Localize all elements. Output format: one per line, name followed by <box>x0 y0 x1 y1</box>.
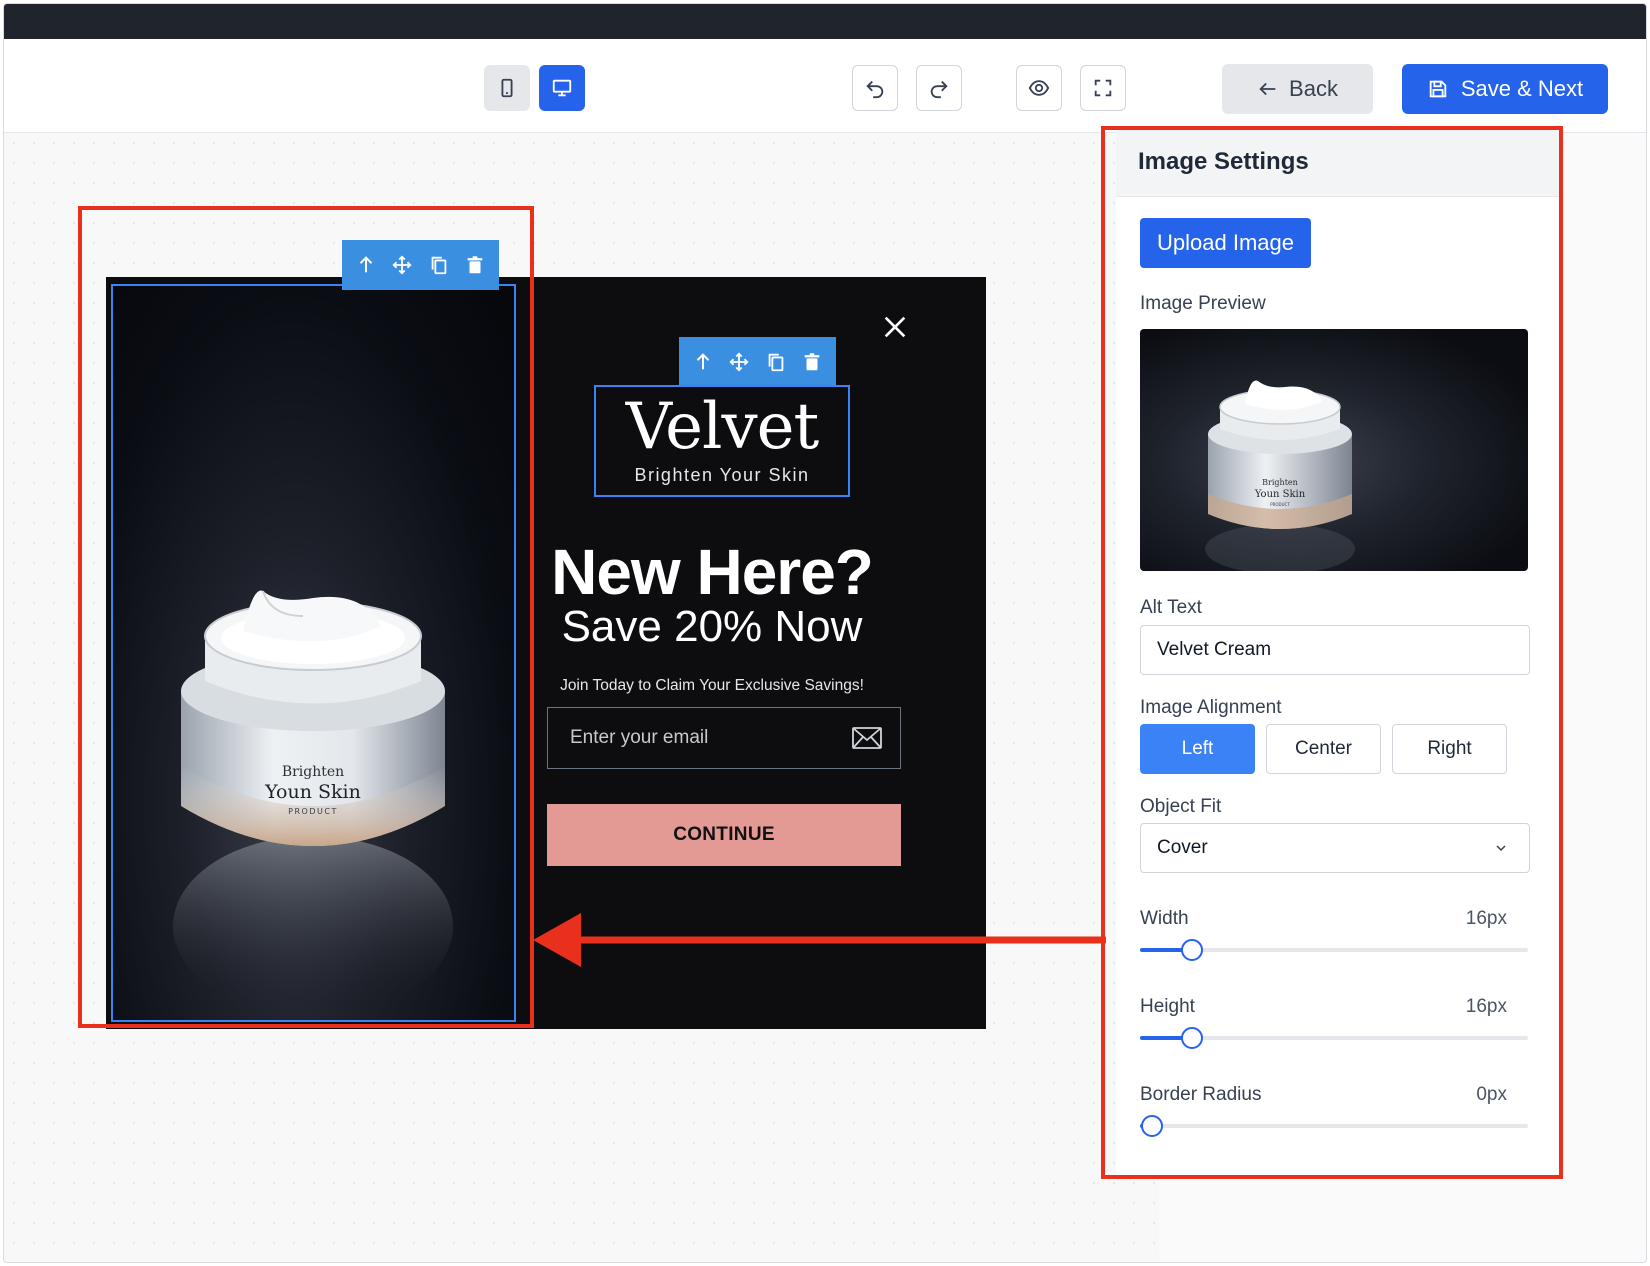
fullscreen-icon <box>1094 79 1112 97</box>
image-preview-label: Image Preview <box>1140 293 1266 314</box>
height-slider[interactable] <box>1140 1026 1528 1050</box>
height-value: 16px <box>1465 996 1507 1017</box>
trash-icon <box>804 353 820 371</box>
redo-button[interactable] <box>916 65 962 111</box>
alt-text-label: Alt Text <box>1140 597 1202 618</box>
chevron-down-icon <box>1496 845 1506 852</box>
preview-jar-image: Brighten Youn Skin PRODUCT <box>1205 380 1355 571</box>
eye-icon <box>1028 80 1050 96</box>
back-button-label: Back <box>1289 76 1338 101</box>
alt-text-input[interactable] <box>1140 625 1530 675</box>
move-icon <box>729 352 749 372</box>
width-slider[interactable] <box>1140 938 1528 962</box>
save-icon <box>1429 80 1447 98</box>
preview-button[interactable] <box>1016 65 1062 111</box>
continue-button[interactable]: CONTINUE <box>547 804 901 866</box>
logo-move-up-button[interactable] <box>686 345 720 379</box>
logo-tagline: Brighten Your Skin <box>634 465 810 485</box>
annotation-highlight-image <box>78 206 534 1028</box>
width-slider-handle[interactable] <box>1181 939 1204 961</box>
desktop-view-button[interactable] <box>539 65 585 111</box>
border-radius-value: 0px <box>1476 1084 1507 1105</box>
email-field[interactable] <box>547 707 901 769</box>
align-left-button[interactable]: Left <box>1140 724 1255 774</box>
copy-icon <box>768 353 783 372</box>
logo-duplicate-button[interactable] <box>759 345 793 379</box>
save-next-button[interactable]: Save & Next <box>1402 64 1608 114</box>
mobile-icon <box>501 78 513 98</box>
height-slider-handle[interactable] <box>1181 1027 1204 1049</box>
logo-delete-button[interactable] <box>795 345 829 379</box>
undo-button[interactable] <box>852 65 898 111</box>
width-value: 16px <box>1465 908 1507 929</box>
image-settings-panel: Image Settings Upload Image Image Previe… <box>1116 130 1559 1175</box>
popup-description: Join Today to Claim Your Exclusive Savin… <box>560 677 864 694</box>
popup-subheadline: Save 20% Now <box>561 602 863 651</box>
email-input[interactable] <box>570 727 852 749</box>
border-radius-label: Border Radius <box>1140 1084 1262 1105</box>
mobile-view-button[interactable] <box>484 65 530 111</box>
border-radius-slider-track <box>1140 1124 1528 1128</box>
object-fit-value: Cover <box>1157 837 1208 858</box>
close-icon[interactable] <box>881 313 909 341</box>
logo-drag-button[interactable] <box>722 345 756 379</box>
browser-bar <box>4 4 1646 39</box>
fullscreen-button[interactable] <box>1080 65 1126 111</box>
image-preview: Brighten Youn Skin PRODUCT <box>1140 329 1528 571</box>
app-window: Back Save & Next Brighten Youn Skin PROD… <box>3 3 1647 1263</box>
height-label: Height <box>1140 996 1195 1017</box>
back-button[interactable]: Back <box>1222 64 1373 114</box>
panel-title: Image Settings <box>1116 130 1559 197</box>
align-center-button[interactable]: Center <box>1266 724 1381 774</box>
preview-jar-label-1: Brighten <box>1262 478 1298 487</box>
undo-icon <box>866 80 884 99</box>
upload-image-button[interactable]: Upload Image <box>1140 218 1311 268</box>
logo-element-toolbar <box>679 337 836 387</box>
arrow-left-icon <box>1259 82 1276 96</box>
border-radius-slider-handle[interactable] <box>1140 1115 1163 1137</box>
width-label: Width <box>1140 908 1189 929</box>
object-fit-select[interactable]: Cover <box>1140 823 1530 873</box>
redo-icon <box>930 80 948 99</box>
arrow-up-icon <box>696 353 710 370</box>
logo-name: Velvet <box>625 390 819 464</box>
preview-jar-label-2: Youn Skin <box>1254 489 1306 500</box>
logo-block[interactable]: Velvet Brighten Your Skin <box>594 385 850 497</box>
mail-icon <box>852 727 882 749</box>
border-radius-slider[interactable] <box>1140 1114 1528 1138</box>
save-next-label: Save & Next <box>1460 76 1584 101</box>
editor-toolbar: Back Save & Next <box>4 39 1646 133</box>
image-alignment-label: Image Alignment <box>1140 697 1282 718</box>
popup-headline: New Here? <box>551 536 874 608</box>
preview-jar-label-3: PRODUCT <box>1270 502 1290 507</box>
object-fit-label: Object Fit <box>1140 796 1222 817</box>
desktop-icon <box>552 79 572 97</box>
align-right-button[interactable]: Right <box>1392 724 1507 774</box>
